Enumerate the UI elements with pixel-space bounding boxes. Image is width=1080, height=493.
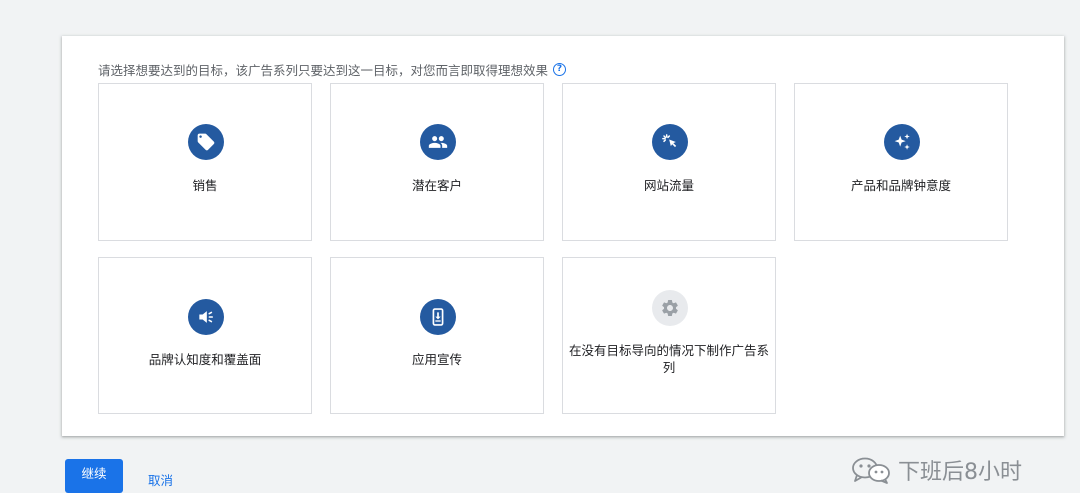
goal-label: 产品和品牌钟意度 bbox=[850, 178, 951, 193]
goal-tile-app-promotion[interactable]: 应用宣传 bbox=[330, 257, 544, 414]
goal-prompt: 请选择想要达到的目标，该广告系列只要达到这一目标，对您而言即取得理想效果 ? bbox=[98, 60, 567, 79]
megaphone-icon bbox=[188, 299, 224, 335]
continue-button[interactable]: 继续 bbox=[65, 459, 123, 493]
action-bar: 继续 取消 下班后8小时 bbox=[0, 446, 1080, 493]
goal-label: 销售 bbox=[192, 178, 218, 193]
goal-tile-leads[interactable]: 潜在客户 bbox=[330, 83, 544, 241]
cancel-button[interactable]: 取消 bbox=[148, 470, 173, 489]
people-icon bbox=[420, 124, 456, 160]
goal-label: 在没有目标导向的情况下制作广告系列 bbox=[569, 343, 770, 375]
watermark: 下班后8小时 bbox=[850, 454, 1022, 486]
phone-download-icon bbox=[420, 299, 456, 335]
goal-tile-sales[interactable]: 销售 bbox=[98, 83, 312, 241]
help-icon[interactable]: ? bbox=[553, 63, 567, 76]
goal-tile-no-goal[interactable]: 在没有目标导向的情况下制作广告系列 bbox=[562, 257, 776, 414]
goal-label: 潜在客户 bbox=[411, 178, 462, 193]
goal-tile-brand-consideration[interactable]: 产品和品牌钟意度 bbox=[794, 83, 1008, 241]
gear-icon bbox=[652, 290, 688, 326]
goal-label: 网站流量 bbox=[643, 178, 694, 193]
goal-tile-website-traffic[interactable]: 网站流量 bbox=[562, 83, 776, 241]
watermark-text: 下班后8小时 bbox=[898, 460, 1022, 485]
tag-icon bbox=[188, 124, 224, 160]
wechat-icon bbox=[852, 457, 890, 484]
goal-tile-brand-awareness[interactable]: 品牌认知度和覆盖面 bbox=[98, 257, 312, 414]
goal-prompt-text: 请选择想要达到的目标，该广告系列只要达到这一目标，对您而言即取得理想效果 bbox=[98, 63, 549, 78]
sparkle-icon bbox=[884, 124, 920, 160]
goal-label: 品牌认知度和覆盖面 bbox=[148, 352, 262, 367]
cursor-click-icon bbox=[652, 124, 688, 160]
goal-selection-card: 请选择想要达到的目标，该广告系列只要达到这一目标，对您而言即取得理想效果 ? 销… bbox=[62, 36, 1064, 436]
goal-label: 应用宣传 bbox=[411, 352, 462, 367]
